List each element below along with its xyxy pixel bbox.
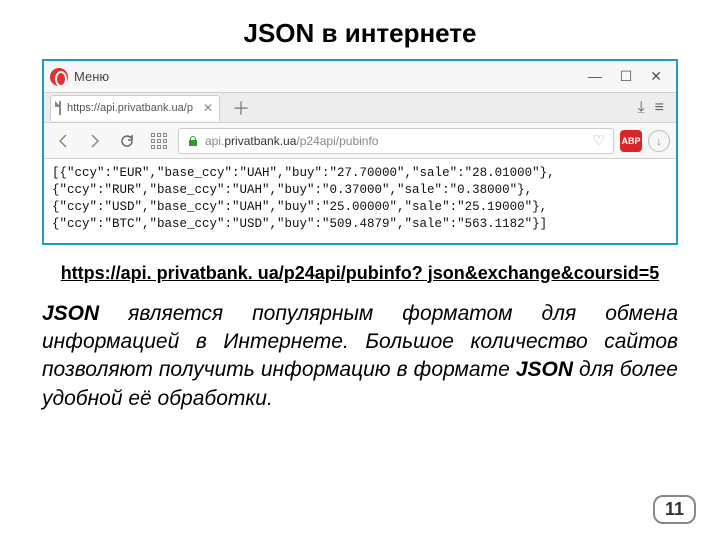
tab-close-icon[interactable]: ✕ — [203, 101, 213, 115]
titlebar: Меню — ☐ ✕ — [44, 61, 676, 93]
tabbar-menu-icon[interactable]: ≡ — [655, 99, 664, 117]
page-number: 11 — [653, 495, 696, 524]
tab-title: https://api.privatbank.ua/p — [67, 102, 193, 114]
json-keyword-2: JSON — [516, 358, 573, 381]
browser-tab[interactable]: https://api.privatbank.ua/p ✕ — [50, 95, 220, 121]
downloads-icon[interactable]: ⤓ — [638, 99, 645, 117]
description-paragraph: JSON является популярным форматом для об… — [42, 300, 678, 413]
abp-icon[interactable]: ABP — [620, 130, 642, 152]
forward-button[interactable] — [82, 128, 108, 154]
download-button[interactable]: ↓ — [648, 130, 670, 152]
close-button[interactable]: ✕ — [650, 68, 662, 85]
back-button[interactable] — [50, 128, 76, 154]
window-controls: — ☐ ✕ — [588, 68, 670, 85]
reload-button[interactable] — [114, 128, 140, 154]
opera-icon — [50, 68, 68, 86]
page-icon — [59, 101, 61, 115]
browser-window: Меню — ☐ ✕ https://api.privatbank.ua/p ✕… — [42, 59, 678, 245]
tabbar-end: ⤓ ≡ — [638, 99, 670, 117]
slide-title: JSON в интернете — [42, 18, 678, 49]
new-tab-button[interactable]: ＋ — [226, 95, 256, 121]
maximize-button[interactable]: ☐ — [620, 68, 633, 85]
page-content: [{"ccy":"EUR","base_ccy":"UAH","buy":"27… — [44, 159, 676, 243]
address-bar: api.privatbank.ua/p24api/pubinfo ♡ ABP ↓ — [44, 123, 676, 159]
json-keyword: JSON — [42, 302, 99, 325]
example-url: https://api. privatbank. ua/p24api/pubin… — [42, 263, 678, 284]
grid-icon — [151, 133, 167, 149]
tab-bar: https://api.privatbank.ua/p ✕ ＋ ⤓ ≡ — [44, 93, 676, 123]
bookmark-icon[interactable]: ♡ — [592, 132, 605, 149]
url-text: api.privatbank.ua/p24api/pubinfo — [205, 134, 378, 148]
speed-dial-button[interactable] — [146, 128, 172, 154]
lock-icon — [187, 135, 199, 147]
url-input[interactable]: api.privatbank.ua/p24api/pubinfo ♡ — [178, 128, 614, 154]
minimize-button[interactable]: — — [588, 68, 602, 85]
menu-button[interactable]: Меню — [74, 69, 109, 84]
